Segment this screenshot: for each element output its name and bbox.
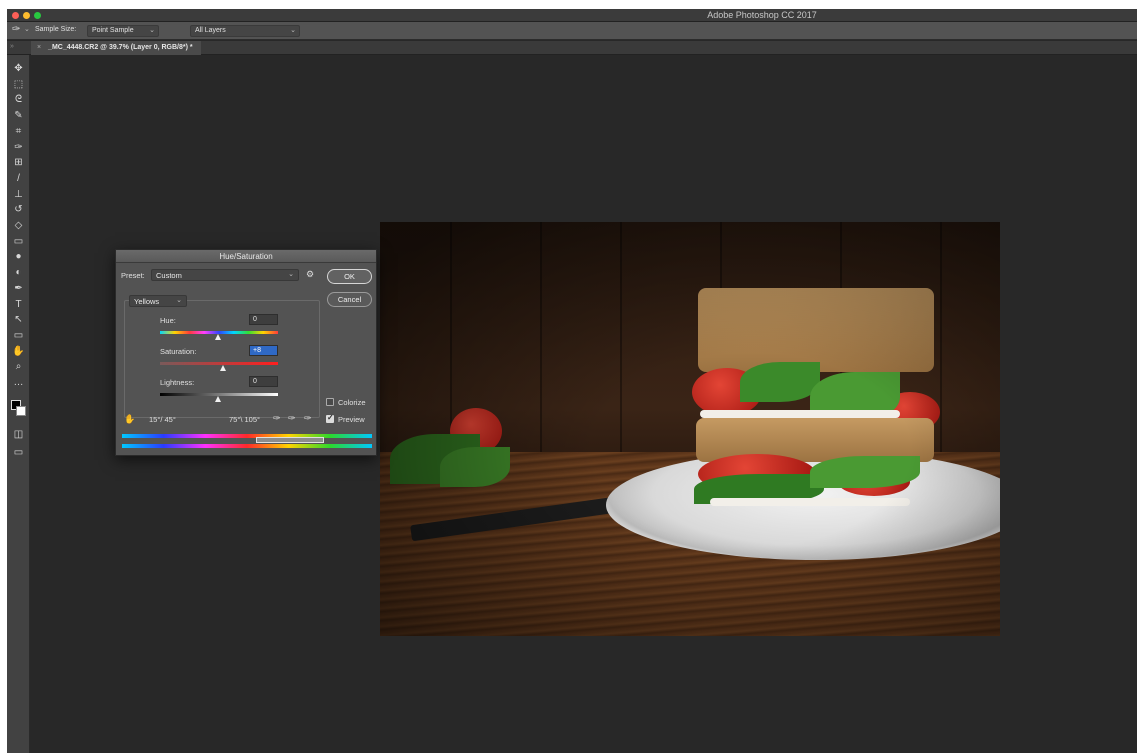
sample-size-label: Sample Size: (35, 26, 77, 33)
sample-layers-select[interactable]: All Layers ⌄ (190, 25, 300, 37)
chevron-down-icon: ⌄ (288, 271, 294, 278)
chevron-down-icon: ⌄ (176, 297, 182, 304)
path-select-tool-icon[interactable]: ↖ (9, 312, 28, 327)
document-tab-bar: » × _MC_4448.CR2 @ 39.7% (Layer 0, RGB/8… (7, 41, 1137, 55)
document-tab[interactable]: × _MC_4448.CR2 @ 39.7% (Layer 0, RGB/8*)… (31, 41, 201, 55)
tools-panel: ✥ ⬚ ᘓ ✎ ⌗ ✑ ⊞ / ⊥ ↺ ◇ ▭ ● ◐ ✒ T ↖ ▭ ✋ ⌕… ◫ ▭ (7, 55, 30, 753)
saturation-slider[interactable] (160, 362, 278, 365)
hue-slider-thumb[interactable] (215, 334, 221, 340)
colorize-checkbox[interactable] (326, 398, 334, 406)
preview-label: Preview (338, 415, 365, 424)
ok-button[interactable]: OK (327, 269, 372, 284)
preset-select[interactable]: Custom ⌄ (151, 269, 299, 281)
eyedropper-subtract-icon[interactable]: ✑ (304, 413, 312, 424)
chevron-down-icon: ⌄ (149, 27, 155, 34)
history-brush-tool-icon[interactable]: ↺ (9, 202, 28, 217)
close-tab-icon[interactable]: × (37, 44, 41, 51)
document-tab-title: _MC_4448.CR2 @ 39.7% (Layer 0, RGB/8*) * (48, 44, 193, 51)
color-range-selector[interactable] (256, 437, 324, 443)
eyedropper-tool-icon[interactable]: ✑ (9, 140, 28, 155)
eyedropper-icon[interactable]: ✑ (12, 24, 20, 35)
saturation-label: Saturation: (160, 347, 197, 356)
channel-select[interactable]: Yellows ⌄ (129, 295, 187, 307)
photoshop-window: Adobe Photoshop CC 2017 ✑ ⌄ Sample Size:… (7, 9, 1137, 753)
dialog-title: Hue/Saturation (116, 250, 376, 263)
sample-size-value: Point Sample (92, 27, 134, 34)
more-tools-icon[interactable]: … (9, 375, 28, 390)
sandwich-photo[interactable] (380, 222, 1000, 636)
zoom-tool-icon[interactable]: ⌕ (9, 359, 28, 374)
hue-label: Hue: (160, 316, 176, 325)
channel-value: Yellows (134, 297, 160, 306)
gradient-tool-icon[interactable]: ▭ (9, 234, 28, 249)
type-tool-icon[interactable]: T (9, 297, 28, 312)
blur-tool-icon[interactable]: ● (9, 249, 28, 264)
sample-layers-value: All Layers (195, 27, 226, 34)
shape-tool-icon[interactable]: ▭ (9, 328, 28, 343)
brush-tool-icon[interactable]: / (9, 171, 28, 186)
options-bar: ✑ ⌄ Sample Size: Point Sample ⌄ All Laye… (7, 22, 1137, 40)
cancel-button[interactable]: Cancel (327, 292, 372, 307)
range-right-value: 75°\ 105° (229, 415, 261, 424)
hand-tool-icon[interactable]: ✋ (9, 344, 28, 359)
dodge-tool-icon[interactable]: ◐ (9, 265, 28, 280)
healing-tool-icon[interactable]: ⊞ (9, 155, 28, 170)
adjustment-panel: Hue: 0 Saturation: +8 Lightness: 0 (124, 300, 320, 418)
title-bar: Adobe Photoshop CC 2017 (7, 9, 1137, 22)
preset-label: Preset: (121, 271, 145, 280)
background-color-swatch[interactable] (16, 406, 26, 416)
colorize-label: Colorize (338, 398, 366, 407)
hand-adjust-icon[interactable]: ✋ (124, 414, 135, 425)
color-swatches[interactable] (11, 400, 27, 418)
move-tool-icon[interactable]: ✥ (9, 61, 28, 76)
crop-tool-icon[interactable]: ⌗ (9, 124, 28, 139)
preset-value: Custom (156, 271, 182, 280)
collapse-panels-icon[interactable]: » (10, 43, 14, 50)
preset-options-gear-icon[interactable]: ⚙ (306, 269, 314, 280)
lasso-tool-icon[interactable]: ᘓ (9, 92, 28, 107)
range-left-value: 15°/ 45° (149, 415, 176, 424)
marquee-tool-icon[interactable]: ⬚ (9, 77, 28, 92)
sample-size-select[interactable]: Point Sample ⌄ (87, 25, 159, 37)
quick-mask-icon[interactable]: ◫ (9, 427, 28, 442)
quick-select-tool-icon[interactable]: ✎ (9, 108, 28, 123)
hue-input[interactable]: 0 (249, 314, 278, 325)
screen-mode-icon[interactable]: ▭ (9, 445, 28, 460)
preview-checkbox[interactable] (326, 413, 334, 423)
input-color-bar (122, 434, 372, 438)
stamp-tool-icon[interactable]: ⊥ (9, 187, 28, 202)
lightness-input[interactable]: 0 (249, 376, 278, 387)
output-color-bar (122, 444, 372, 448)
saturation-input[interactable]: +8 (249, 345, 278, 356)
lightness-label: Lightness: (160, 378, 195, 387)
app-title: Adobe Photoshop CC 2017 (707, 10, 817, 20)
pen-tool-icon[interactable]: ✒ (9, 281, 28, 296)
eraser-tool-icon[interactable]: ◇ (9, 218, 28, 233)
chevron-down-icon: ⌄ (290, 27, 296, 34)
eyedropper-add-icon[interactable]: ✑ (288, 413, 296, 424)
hue-saturation-dialog: Hue/Saturation Preset: Custom ⌄ ⚙ OK Can… (115, 249, 377, 456)
tool-preset-chevron-icon[interactable]: ⌄ (24, 25, 30, 33)
eyedropper-icon[interactable]: ✑ (273, 413, 281, 424)
saturation-slider-thumb[interactable] (220, 365, 226, 371)
lightness-slider-thumb[interactable] (215, 396, 221, 402)
